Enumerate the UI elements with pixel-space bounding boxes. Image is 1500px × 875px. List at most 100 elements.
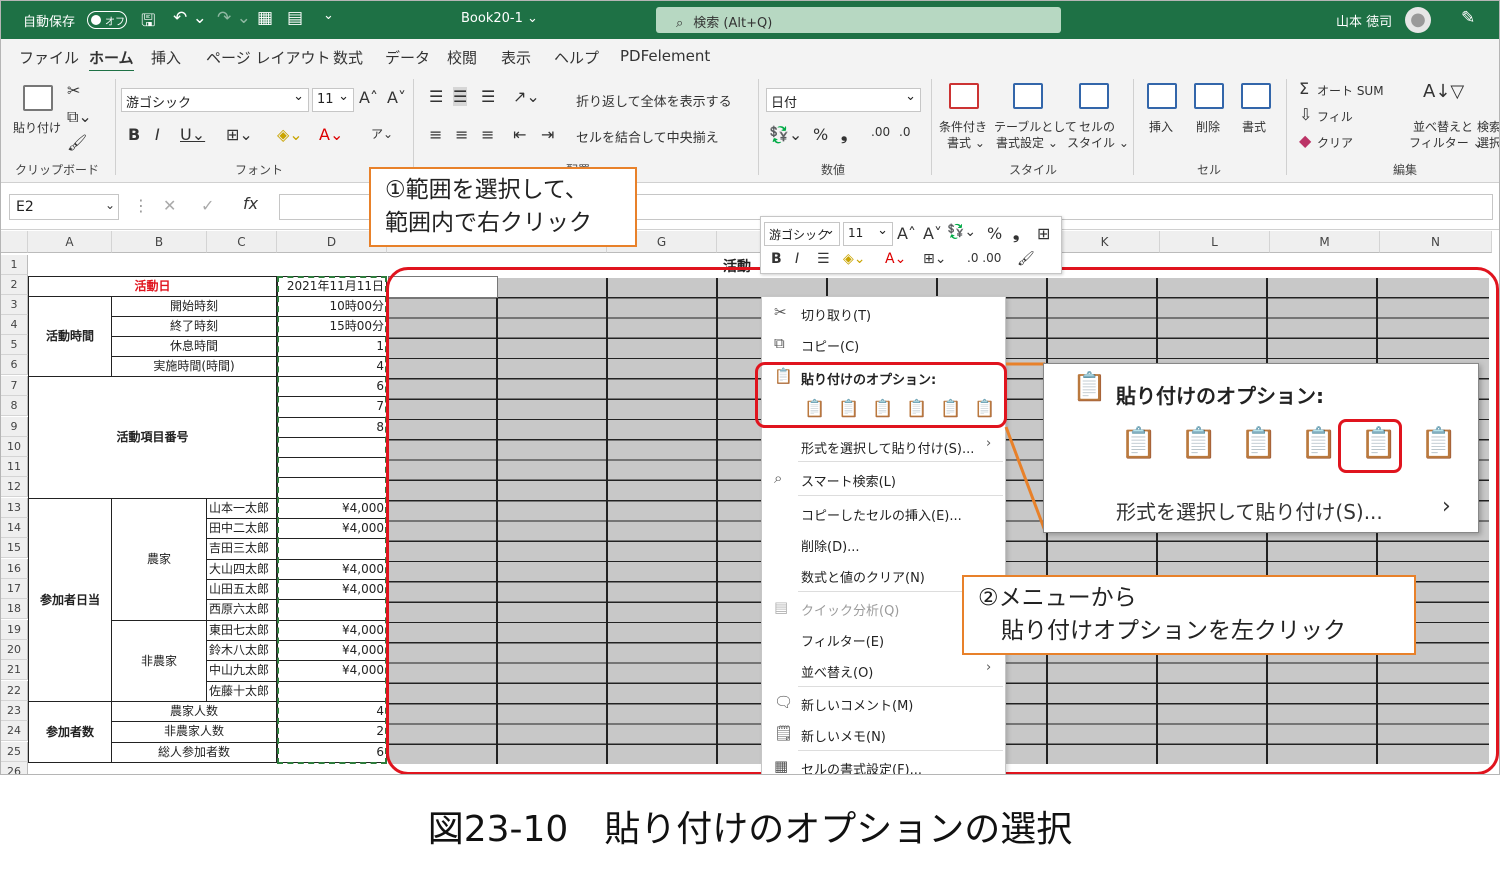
- comma-icon[interactable]: ❟: [841, 125, 847, 145]
- sort-filter-icon[interactable]: A↓▽: [1423, 81, 1464, 102]
- participant-name[interactable]: 田中二太郎: [206, 518, 277, 539]
- customize-qat-icon[interactable]: ⌄: [323, 8, 334, 23]
- format-cells-icon[interactable]: [1241, 83, 1271, 109]
- mini-comma-icon[interactable]: ❟: [1013, 224, 1019, 244]
- row-header[interactable]: 25: [1, 742, 28, 762]
- menu-sort[interactable]: 並べ替え(O) ›: [762, 658, 1007, 682]
- phonetic-icon[interactable]: ア⌄: [371, 125, 393, 142]
- tab-pdfelement[interactable]: PDFelement: [620, 47, 710, 65]
- cell-styles-label2[interactable]: スタイル ⌄: [1067, 134, 1129, 151]
- increase-decimal-icon[interactable]: .00: [871, 125, 890, 139]
- grow-font-icon[interactable]: A˄: [359, 88, 378, 107]
- mini-currency-icon[interactable]: 💱⌄: [947, 224, 976, 240]
- menu-cut[interactable]: ✂ 切り取り(T): [762, 301, 1007, 325]
- search-box[interactable]: ⌕ 検索 (Alt+Q): [656, 7, 1061, 33]
- row-header[interactable]: 13: [1, 498, 28, 518]
- row-header[interactable]: 8: [1, 396, 28, 416]
- find-label1[interactable]: 検索: [1477, 118, 1499, 135]
- mini-bold-icon[interactable]: B: [771, 251, 782, 267]
- total-count-label[interactable]: 総人参加者数: [111, 742, 277, 763]
- nonfarmer-label[interactable]: 非農家: [111, 620, 207, 702]
- row-header[interactable]: 9: [1, 417, 28, 437]
- merge-center-button[interactable]: セルを結合して中央揃え: [576, 127, 719, 146]
- align-top-icon[interactable]: ☰: [429, 87, 443, 106]
- row-header[interactable]: 5: [1, 335, 28, 355]
- number-format-select[interactable]: 日付: [766, 88, 921, 112]
- save-icon[interactable]: 🖫: [141, 8, 155, 37]
- font-name-select[interactable]: 游ゴシック: [121, 88, 309, 112]
- participant-name[interactable]: 大山四太郎: [206, 559, 277, 580]
- mini-percent-icon[interactable]: %: [987, 224, 1002, 243]
- avatar[interactable]: ●: [1405, 7, 1431, 33]
- autosave-toggle[interactable]: オフ: [87, 11, 127, 29]
- undo-icon[interactable]: ↶ ⌄: [173, 8, 207, 28]
- menu-copy[interactable]: ⧉ コピー(C): [762, 332, 1007, 356]
- participant-name[interactable]: 中山九太郎: [206, 660, 277, 682]
- zoom-paste-transpose-icon[interactable]: 📋: [1300, 426, 1337, 461]
- tab-review[interactable]: 校閲: [447, 47, 477, 68]
- tab-insert[interactable]: 挿入: [151, 47, 181, 68]
- fill-color-icon[interactable]: ◈⌄: [277, 125, 303, 144]
- insert-cells-button[interactable]: 挿入: [1149, 118, 1173, 135]
- enter-icon[interactable]: ✓: [201, 196, 214, 215]
- autosum-button[interactable]: オート SUM: [1317, 82, 1384, 99]
- orientation-icon[interactable]: ↗⌄: [513, 87, 540, 106]
- format-cells-button[interactable]: 書式: [1242, 118, 1266, 135]
- cancel-icon[interactable]: ✕: [163, 196, 176, 215]
- paste-button[interactable]: 貼り付け: [13, 119, 61, 136]
- paste-icon[interactable]: [23, 85, 53, 111]
- participant-name[interactable]: 東田七太郎: [206, 620, 277, 641]
- menu-format-cells[interactable]: ▦ セルの書式設定(F)...: [762, 755, 1007, 774]
- bold-icon[interactable]: B: [128, 125, 140, 144]
- decrease-decimal-icon[interactable]: .0: [899, 125, 910, 139]
- work-hours-label[interactable]: 実施時間(時間): [111, 356, 277, 377]
- row-header[interactable]: 4: [1, 315, 28, 335]
- row-header[interactable]: 12: [1, 477, 28, 497]
- col-header-k[interactable]: K: [1050, 231, 1160, 253]
- delete-cells-button[interactable]: 削除: [1196, 118, 1220, 135]
- row-header[interactable]: 21: [1, 660, 28, 680]
- start-time-label[interactable]: 開始時刻: [111, 296, 277, 317]
- tab-home[interactable]: ホーム: [89, 47, 134, 73]
- activity-day-label[interactable]: 活動日: [28, 276, 277, 297]
- row-header[interactable]: 15: [1, 538, 28, 558]
- row-header[interactable]: 16: [1, 559, 28, 579]
- col-header-m[interactable]: M: [1270, 231, 1380, 253]
- col-header-c[interactable]: C: [207, 231, 277, 253]
- sort-filter-label2[interactable]: フィルター ⌄: [1409, 134, 1483, 151]
- currency-icon[interactable]: 💱⌄: [769, 125, 802, 144]
- font-size-select[interactable]: 11: [312, 88, 354, 112]
- clear-icon[interactable]: ◆: [1299, 131, 1311, 150]
- participants-label[interactable]: 参加者数: [28, 701, 112, 763]
- format-table-label2[interactable]: 書式設定 ⌄: [996, 134, 1058, 151]
- end-time-label[interactable]: 終了時刻: [111, 316, 277, 337]
- align-center-icon[interactable]: ≡: [455, 125, 468, 144]
- mini-align-icon[interactable]: ☰: [817, 251, 830, 267]
- redo-icon[interactable]: ↷ ⌄: [217, 8, 251, 28]
- row-header[interactable]: 7: [1, 376, 28, 396]
- find-label2[interactable]: 選択: [1477, 134, 1499, 151]
- autosum-icon[interactable]: Σ: [1299, 79, 1309, 98]
- row-header[interactable]: 26: [1, 762, 28, 774]
- mini-font-color-icon[interactable]: A⌄: [885, 251, 906, 267]
- zoom-paste-special[interactable]: 形式を選択して貼り付け(S)...: [1116, 496, 1383, 525]
- font-color-icon[interactable]: A⌄: [319, 125, 343, 144]
- delete-cells-icon[interactable]: [1194, 83, 1224, 109]
- row-header[interactable]: 14: [1, 518, 28, 538]
- zoom-paste-values-icon[interactable]: 📋: [1180, 426, 1217, 461]
- col-header-n[interactable]: N: [1380, 231, 1492, 253]
- row-header[interactable]: 17: [1, 579, 28, 599]
- row-header[interactable]: 3: [1, 295, 28, 315]
- activity-time-label[interactable]: 活動時間: [28, 296, 112, 377]
- row-header[interactable]: 11: [1, 457, 28, 477]
- decrease-indent-icon[interactable]: ⇤: [513, 125, 526, 144]
- tab-file[interactable]: ファイル: [19, 47, 79, 68]
- copy-icon[interactable]: ⧉⌄: [67, 107, 92, 127]
- tab-formulas[interactable]: 数式: [333, 47, 363, 68]
- mini-font-select[interactable]: 游ゴシック: [764, 222, 840, 246]
- name-box[interactable]: E2: [9, 194, 119, 220]
- row-header[interactable]: 18: [1, 599, 28, 619]
- row-header[interactable]: 22: [1, 681, 28, 701]
- row-header[interactable]: 24: [1, 721, 28, 741]
- italic-icon[interactable]: I: [155, 125, 160, 144]
